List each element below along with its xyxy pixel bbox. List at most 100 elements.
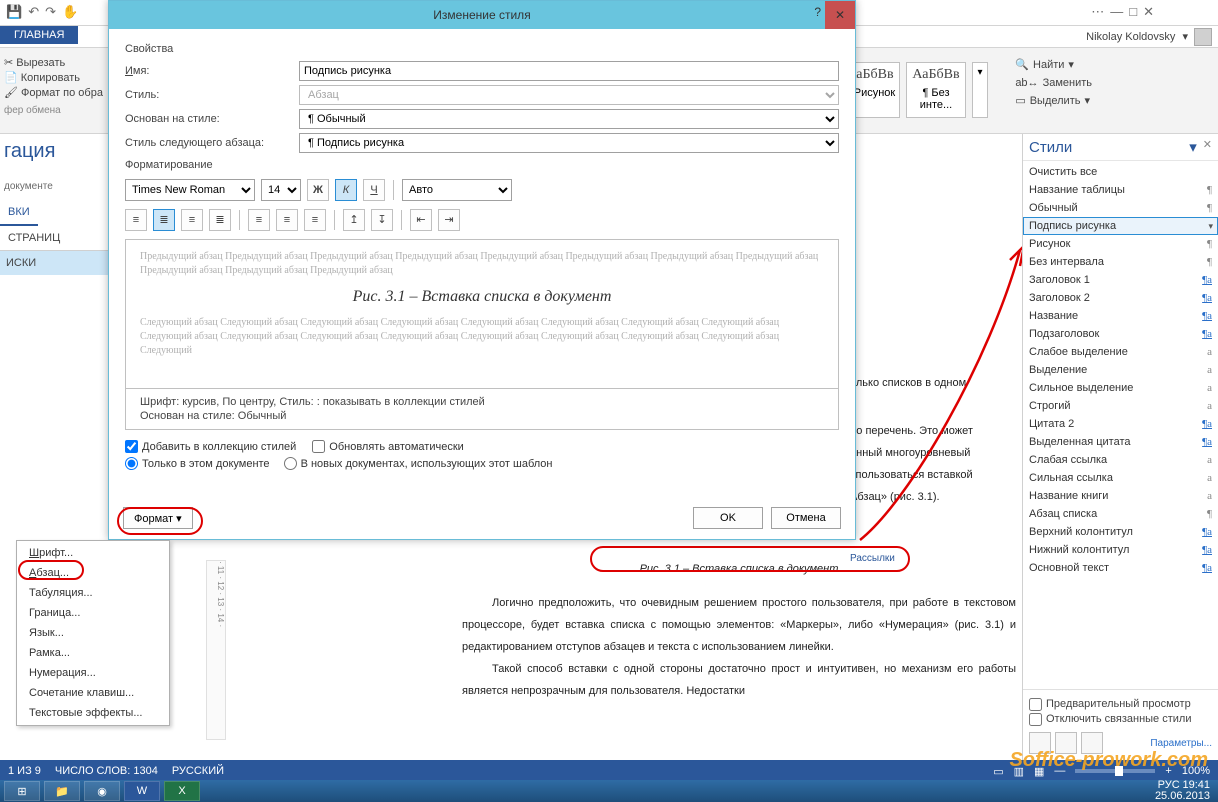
color-select[interactable]: Авто xyxy=(402,179,512,201)
menu-texteffects[interactable]: Текстовые эффекты... xyxy=(17,703,169,723)
touch-mode-icon[interactable]: ✋ xyxy=(62,4,78,20)
style-item[interactable]: Очистить все xyxy=(1023,163,1218,181)
style-item[interactable]: Сильная ссылкаa xyxy=(1023,469,1218,487)
style-item[interactable]: Название книгиa xyxy=(1023,487,1218,505)
style-item[interactable]: Рисунок¶ xyxy=(1023,235,1218,253)
underline-button[interactable]: Ч xyxy=(363,179,385,201)
align-right-icon[interactable]: ≡ xyxy=(181,209,203,231)
style-item[interactable]: Название¶a xyxy=(1023,307,1218,325)
status-page[interactable]: 1 ИЗ 9 xyxy=(8,765,41,777)
style-item[interactable]: Нижний колонтитул¶a xyxy=(1023,541,1218,559)
status-lang[interactable]: РУССКИЙ xyxy=(172,765,224,777)
pane-close-icon[interactable]: ✕ xyxy=(1203,138,1212,156)
dialog-titlebar[interactable]: Изменение стиля ? ✕ xyxy=(109,1,855,29)
italic-button[interactable]: К xyxy=(335,179,357,201)
preview-checkbox[interactable]: Предварительный просмотр xyxy=(1029,698,1212,711)
minimize-icon[interactable]: — xyxy=(1110,4,1123,20)
cancel-button[interactable]: Отмена xyxy=(771,507,841,529)
indent-decrease-icon[interactable]: ⇤ xyxy=(410,209,432,231)
style-item[interactable]: Сильное выделениеa xyxy=(1023,379,1218,397)
save-icon[interactable]: 💾 xyxy=(6,4,22,20)
spacing-15-icon[interactable]: ≡ xyxy=(276,209,298,231)
explorer-icon[interactable]: 📁 xyxy=(44,781,80,801)
style-item[interactable]: Обычный¶ xyxy=(1023,199,1218,217)
document-body[interactable]: Рис. 3.1 – Вставка списка в документ Лог… xyxy=(462,552,1016,702)
find-button[interactable]: 🔍 Найти ▾ xyxy=(1015,56,1092,74)
style-item[interactable]: Заголовок 1¶a xyxy=(1023,271,1218,289)
help-icon[interactable]: ? xyxy=(814,5,821,19)
style-item[interactable]: Основной текст¶a xyxy=(1023,559,1218,577)
style-item[interactable]: Без интервала¶ xyxy=(1023,253,1218,271)
bold-button[interactable]: Ж xyxy=(307,179,329,201)
gallery-item[interactable]: АаБбВв¶ Без инте... xyxy=(906,62,966,118)
style-item[interactable]: Слабое выделениеa xyxy=(1023,343,1218,361)
basedon-select[interactable]: ¶ Обычный xyxy=(299,109,839,129)
close-app-icon[interactable]: ✕ xyxy=(1143,4,1154,20)
maximize-icon[interactable]: □ xyxy=(1129,4,1137,20)
only-doc-radio[interactable]: Только в этом документе xyxy=(125,457,270,470)
menu-border[interactable]: Граница... xyxy=(17,603,169,623)
format-painter-button[interactable]: 🖌 Формат по обра xyxy=(4,86,103,99)
font-select[interactable]: Times New Roman xyxy=(125,179,255,201)
menu-paragraph[interactable]: Абзац... xyxy=(17,563,169,583)
disable-linked-checkbox[interactable]: Отключить связанные стили xyxy=(1029,713,1212,726)
redo-icon[interactable]: ↷ xyxy=(45,4,56,20)
ok-button[interactable]: OK xyxy=(693,507,763,529)
style-item[interactable]: Строгийa xyxy=(1023,397,1218,415)
style-item[interactable]: Выделениеa xyxy=(1023,361,1218,379)
menu-font[interactable]: Шрифт... xyxy=(17,543,169,563)
align-center-icon[interactable]: ≣ xyxy=(153,209,175,231)
style-item[interactable]: Цитата 2¶a xyxy=(1023,415,1218,433)
space-after-icon[interactable]: ↧ xyxy=(371,209,393,231)
style-item[interactable]: Навзание таблицы¶ xyxy=(1023,181,1218,199)
new-docs-radio[interactable]: В новых документах, использующих этот ша… xyxy=(284,457,553,470)
nav-tab-headings[interactable]: ВКИ xyxy=(0,200,38,226)
view-read-icon[interactable]: ▭ xyxy=(993,765,1003,778)
style-item[interactable]: Выделенная цитата¶a xyxy=(1023,433,1218,451)
pane-move-icon[interactable]: ▾ xyxy=(1189,138,1197,156)
align-left-icon[interactable]: ≡ xyxy=(125,209,147,231)
undo-icon[interactable]: ↶ xyxy=(28,4,39,20)
add-gallery-checkbox[interactable]: Добавить в коллекцию стилей xyxy=(125,440,296,453)
style-item[interactable]: Подзаголовок¶a xyxy=(1023,325,1218,343)
system-tray[interactable]: РУС 19:4125.06.2013 xyxy=(1155,780,1214,802)
space-before-icon[interactable]: ↥ xyxy=(343,209,365,231)
gallery-more-icon[interactable]: ▾ xyxy=(972,62,988,118)
copy-button[interactable]: 📄 Копировать xyxy=(4,71,103,84)
style-item[interactable]: Подпись рисунка xyxy=(1023,217,1218,235)
close-icon[interactable]: ✕ xyxy=(825,1,855,29)
menu-frame[interactable]: Рамка... xyxy=(17,643,169,663)
indent-increase-icon[interactable]: ⇥ xyxy=(438,209,460,231)
word-icon[interactable]: W xyxy=(124,781,160,801)
name-input[interactable] xyxy=(299,61,839,81)
excel-icon[interactable]: X xyxy=(164,781,200,801)
auto-update-checkbox[interactable]: Обновлять автоматически xyxy=(312,440,464,453)
status-words[interactable]: ЧИСЛО СЛОВ: 1304 xyxy=(55,765,158,777)
spacing-2-icon[interactable]: ≡ xyxy=(304,209,326,231)
menu-language[interactable]: Язык... xyxy=(17,623,169,643)
tab-home[interactable]: ГЛАВНАЯ xyxy=(0,26,78,44)
group-properties: Свойства xyxy=(125,43,839,55)
format-menu-button[interactable]: Формат ▾ xyxy=(123,507,193,529)
size-select[interactable]: 14 xyxy=(261,179,301,201)
start-button[interactable]: ⊞ xyxy=(4,781,40,801)
align-justify-icon[interactable]: ≣ xyxy=(209,209,231,231)
replace-button[interactable]: ab↔ Заменить xyxy=(1015,74,1092,92)
chrome-icon[interactable]: ◉ xyxy=(84,781,120,801)
ribbon-options-icon[interactable]: ⋯ xyxy=(1091,4,1104,20)
nav-tab-pages[interactable]: СТРАНИЦ xyxy=(0,226,68,250)
style-item[interactable]: Абзац списка¶ xyxy=(1023,505,1218,523)
nextstyle-select[interactable]: ¶ Подпись рисунка xyxy=(299,133,839,153)
menu-numbering[interactable]: Нумерация... xyxy=(17,663,169,683)
spacing-1-icon[interactable]: ≡ xyxy=(248,209,270,231)
style-gallery[interactable]: АаБбВв¶ Рисунок АаБбВв¶ Без инте... ▾ xyxy=(840,62,988,118)
menu-tabs[interactable]: Табуляция... xyxy=(17,583,169,603)
styles-options-link[interactable]: Параметры... xyxy=(1150,738,1212,749)
select-button[interactable]: ▭ Выделить ▾ xyxy=(1015,92,1092,110)
style-item[interactable]: Верхний колонтитул¶a xyxy=(1023,523,1218,541)
cut-button[interactable]: ✂ Вырезать xyxy=(4,56,103,69)
style-item[interactable]: Слабая ссылкаa xyxy=(1023,451,1218,469)
menu-shortcut[interactable]: Сочетание клавиш... xyxy=(17,683,169,703)
style-item[interactable]: Заголовок 2¶a xyxy=(1023,289,1218,307)
nav-item[interactable]: ИСКИ xyxy=(0,251,108,275)
